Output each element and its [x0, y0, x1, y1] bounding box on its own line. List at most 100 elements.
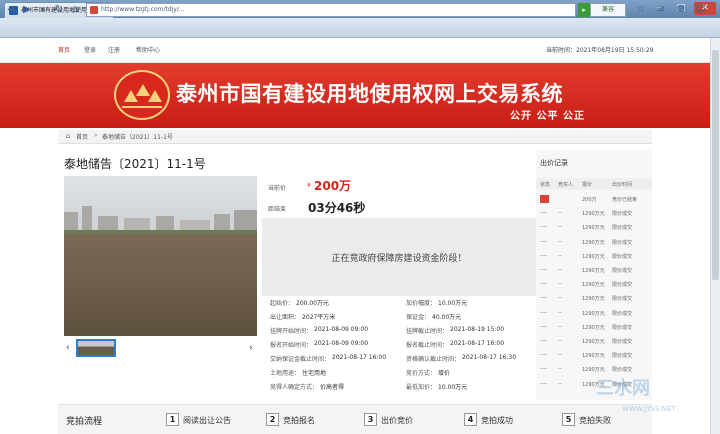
- scrollbar-thumb[interactable]: [712, 50, 719, 280]
- bid-record-cell: ----: [540, 252, 548, 259]
- bid-records-col-header: 竞买人: [558, 182, 574, 188]
- bid-record-cell: ----: [540, 309, 548, 316]
- detail-value: 住宅用地: [302, 370, 327, 377]
- watermark-url: WWW.JYSS.NET: [622, 405, 676, 413]
- bid-record-cell: --: [558, 210, 562, 217]
- top-link-help[interactable]: 帮助中心: [136, 45, 160, 54]
- bid-record-cell: --: [558, 323, 562, 330]
- bid-record-cell: 200万: [582, 197, 597, 203]
- detail-label: 竞得人确定方式：: [270, 384, 319, 391]
- bid-record-cell: 限价成交: [612, 324, 633, 331]
- tools-icon[interactable]: ⚙: [674, 3, 688, 17]
- bid-record-cell: 1290万元: [582, 211, 605, 218]
- detail-label: 挂牌开始时间：: [270, 328, 313, 335]
- process-step-label[interactable]: 竞拍成功: [481, 415, 513, 426]
- countdown-label: 距结束: [268, 206, 287, 213]
- bid-record-cell: 限价成交: [612, 367, 633, 374]
- bid-record-cell: 1290万元: [582, 339, 605, 345]
- bid-record-cell: ----: [540, 238, 548, 245]
- user-icon[interactable]: ☺: [694, 3, 708, 17]
- detail-label: 保证金：: [406, 314, 431, 321]
- process-step-label[interactable]: 出价竞价: [381, 415, 413, 426]
- bid-record-cell: 1290万元: [582, 253, 605, 260]
- land-emblem-logo: [114, 70, 170, 120]
- bid-record-cell: ----: [540, 224, 548, 231]
- bid-record-cell: --: [558, 309, 562, 316]
- bid-record-cell: 限价成交: [612, 239, 633, 246]
- detail-value: 200.00万元: [296, 300, 329, 307]
- detail-value: 2021-08-17 16:30: [462, 354, 517, 361]
- bid-record-cell: 1290万元: [582, 282, 605, 289]
- site-title: 泰州市国有建设用地使用权网上交易系统: [176, 81, 563, 106]
- address-bar[interactable]: http://www.tzgtj.com/tdjy/...: [86, 3, 576, 17]
- bid-record-cell: 竞价已结束: [612, 197, 638, 203]
- detail-label: 竞价方式：: [406, 370, 437, 377]
- breadcrumb-home[interactable]: 首页: [76, 132, 88, 141]
- bid-records-col-header: 出价时间: [612, 182, 633, 188]
- current-price-label: 当前价: [268, 185, 287, 192]
- breadcrumb-current: 泰地储告〔2021〕11-1号: [102, 134, 173, 141]
- bid-record-cell: --: [558, 352, 562, 359]
- detail-label: 出让面积：: [270, 314, 301, 321]
- detail-label: 报名开始时间：: [270, 342, 313, 349]
- back-icon[interactable]: ◀: [4, 3, 18, 17]
- site-security-icon: [90, 6, 98, 14]
- bid-record-cell: ----: [540, 281, 548, 288]
- watermark: 三水网: [596, 378, 650, 399]
- forward-icon[interactable]: ▶: [20, 3, 34, 17]
- bid-record-cell: 限价成交: [612, 225, 633, 232]
- detail-label: 土地用途：: [270, 370, 301, 377]
- bid-record-cell: 1290万元: [582, 239, 605, 246]
- bid-record-cell: ----: [540, 352, 548, 359]
- bid-record-cell: --: [558, 295, 562, 302]
- detail-label: 报名截止时间：: [406, 342, 449, 349]
- photo-prev-button[interactable]: ‹: [66, 343, 70, 353]
- compat-mode-button[interactable]: 兼容: [590, 3, 626, 17]
- photo-next-button[interactable]: ›: [249, 343, 253, 353]
- top-link-login[interactable]: 登录: [84, 45, 96, 54]
- go-button[interactable]: ▸: [578, 3, 590, 17]
- bid-record-cell: ----: [540, 267, 548, 273]
- bid-records-col-header: 状态: [540, 182, 551, 188]
- bid-record-cell: ----: [540, 210, 548, 217]
- process-step-label[interactable]: 阅读出让公告: [183, 415, 231, 426]
- current-price-value: 200万: [314, 179, 352, 193]
- bid-records-col-header: 报价: [582, 182, 593, 188]
- menu-icon[interactable]: ≡: [654, 3, 668, 17]
- process-step-label[interactable]: 竞拍报名: [283, 415, 315, 426]
- top-link-home[interactable]: 首页: [58, 45, 70, 54]
- bid-record-cell: 限价成交: [612, 211, 633, 218]
- current-time: 当前时间：2021年08月19日 15:50:29: [546, 47, 654, 54]
- bid-record-cell: ----: [540, 338, 548, 344]
- bid-record-cell: --: [558, 224, 562, 231]
- favorites-star-icon[interactable]: ☆: [634, 3, 648, 17]
- bid-record-cell: --: [558, 366, 562, 373]
- browser-navbar: [0, 18, 720, 38]
- bid-record-cell: 限价成交: [612, 282, 633, 289]
- bid-record-cell: --: [558, 267, 562, 273]
- detail-value: 2021-08-19 15:00: [450, 326, 505, 333]
- status-flag-icon: [540, 195, 549, 203]
- bid-record-cell: 限价成交: [612, 253, 633, 260]
- process-step-label[interactable]: 竞拍失败: [579, 415, 611, 426]
- bid-record-cell: --: [558, 338, 562, 344]
- history-dropdown-icon[interactable]: ▾: [36, 3, 50, 17]
- photo-thumbnail[interactable]: [76, 339, 116, 357]
- bid-record-cell: 限价成交: [612, 339, 633, 345]
- detail-label: 最低加价：: [406, 384, 437, 391]
- bid-record-cell: --: [558, 238, 562, 245]
- refresh-icon[interactable]: ↻: [52, 3, 66, 17]
- detail-label: 资格确认截止时间：: [406, 356, 461, 363]
- process-step-number: 2: [266, 413, 279, 426]
- vertical-scrollbar[interactable]: [710, 38, 720, 434]
- process-title: 竞拍流程: [66, 417, 103, 427]
- detail-value: 2021-08-17 16:00: [450, 340, 505, 347]
- countdown-value: 03分46秒: [308, 201, 366, 215]
- detail-value: 增价: [438, 370, 451, 377]
- detail-value: 价高者得: [320, 384, 345, 391]
- bid-record-cell: ----: [540, 323, 548, 330]
- home-icon[interactable]: ⌂: [68, 3, 82, 17]
- top-link-register[interactable]: 注册: [108, 45, 120, 54]
- bid-record-cell: 限价成交: [612, 353, 633, 360]
- bid-record-cell: 限价成交: [612, 310, 633, 317]
